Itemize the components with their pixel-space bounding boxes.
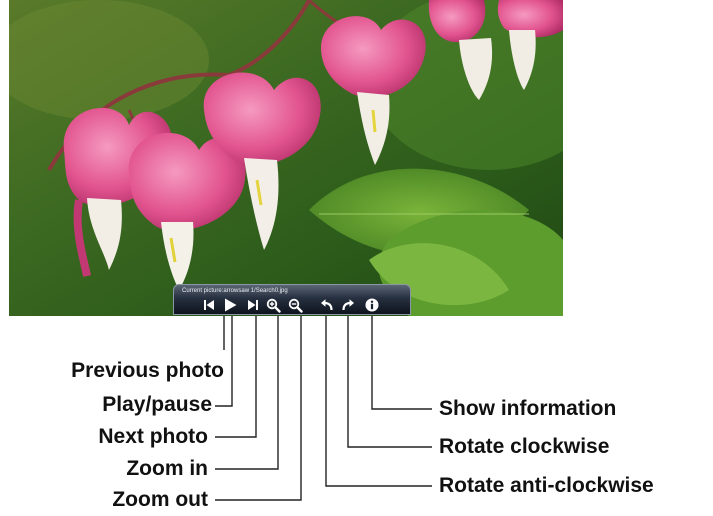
label-play-pause: Play/pause [102, 393, 212, 416]
label-zoom-out: Zoom out [112, 488, 208, 511]
skip-previous-icon [204, 300, 214, 310]
info-icon [365, 298, 379, 312]
label-show-information: Show information [439, 397, 617, 420]
label-next-photo: Next photo [98, 425, 208, 448]
bleeding-heart-photo [9, 0, 563, 316]
rotate-left-icon [321, 299, 333, 311]
show-information-button[interactable] [364, 297, 380, 313]
photo-display [9, 0, 563, 316]
rotate-right-icon [342, 299, 354, 311]
label-zoom-in: Zoom in [126, 457, 208, 480]
play-icon [225, 298, 237, 312]
zoom-in-icon [266, 298, 281, 313]
leader-line-zoom-out [215, 316, 302, 501]
rotate-clockwise-button[interactable] [340, 297, 356, 313]
leader-line-rotate-clockwise [347, 316, 432, 448]
zoom-out-icon [288, 298, 303, 313]
play-pause-button[interactable] [222, 297, 238, 313]
previous-photo-button[interactable] [201, 297, 217, 313]
photo-viewer-toolbar: Current picture:arrowsaw 1/Search0.jpg [173, 284, 411, 315]
label-rotate-anticlockwise: Rotate anti-clockwise [439, 474, 654, 497]
next-photo-button[interactable] [245, 297, 261, 313]
skip-next-icon [248, 300, 258, 310]
leader-line-zoom-in [215, 316, 279, 470]
leader-line-information [371, 316, 432, 410]
label-previous-photo: Previous photo [71, 359, 224, 382]
zoom-out-button[interactable] [287, 297, 303, 313]
leader-line-rotate-anticlockwise [325, 316, 432, 487]
zoom-in-button[interactable] [265, 297, 281, 313]
label-rotate-clockwise: Rotate clockwise [439, 435, 610, 458]
rotate-anticlockwise-button[interactable] [319, 297, 335, 313]
current-picture-filename: Current picture:arrowsaw 1/Search0.jpg [182, 288, 288, 294]
